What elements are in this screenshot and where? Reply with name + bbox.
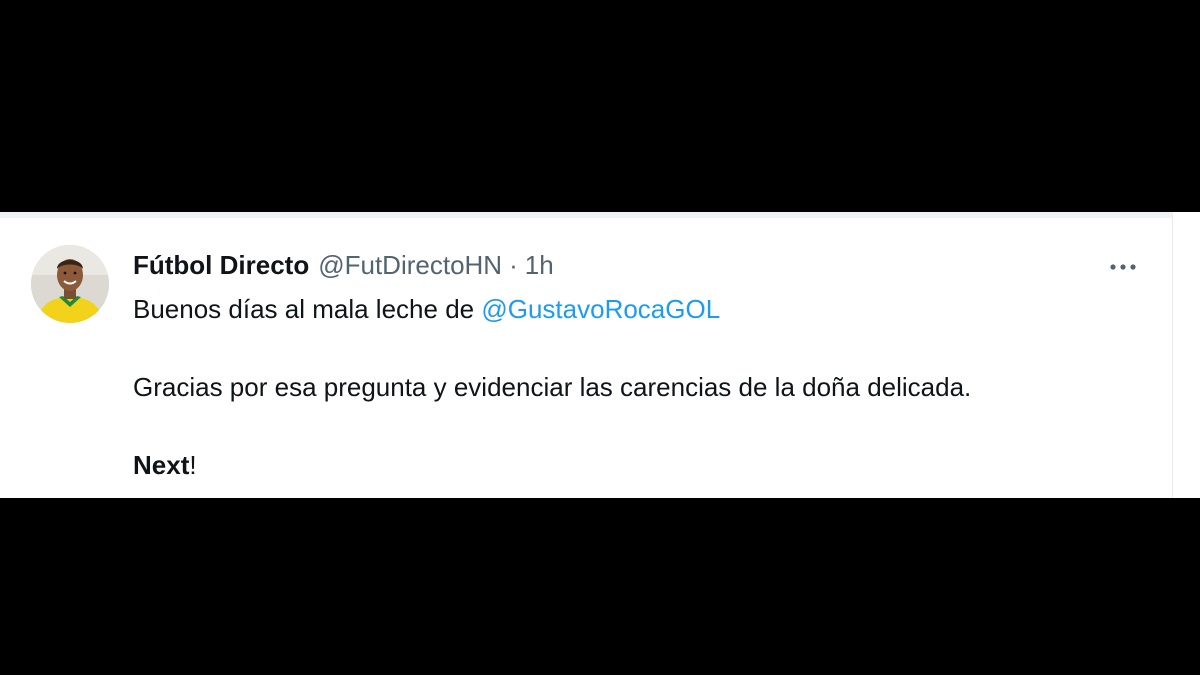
avatar-image [31,245,109,323]
avatar[interactable] [31,245,109,323]
tweet-text: Buenos días al mala leche de @GustavoRoc… [133,292,1153,482]
right-edge-strip [1173,212,1200,498]
tweet-line-1: Buenos días al mala leche de @GustavoRoc… [133,292,1153,326]
mention-link[interactable]: @GustavoRocaGOL [481,294,720,324]
tweet-line-2: Gracias por esa pregunta y evidenciar la… [133,372,972,402]
more-horizontal-icon [1110,264,1136,270]
more-options-button[interactable] [1103,256,1143,278]
tweet-card[interactable]: Fútbol Directo @FutDirectoHN · 1h Buenos… [0,212,1173,498]
author-handle[interactable]: @FutDirectoHN [318,248,502,282]
screenshot-frame: Fútbol Directo @FutDirectoHN · 1h Buenos… [0,0,1200,675]
tweet-line-3-suffix: ! [189,450,197,480]
tweet-line-1-text: Buenos días al mala leche de [133,294,482,324]
tweet-line-3: Next! [133,448,1153,482]
author-display-name[interactable]: Fútbol Directo [133,248,309,282]
tweet-line-3-bold: Next [133,450,190,480]
tweet-header: Fútbol Directo @FutDirectoHN · 1h [133,248,554,282]
tweet-timestamp[interactable]: 1h [525,248,554,282]
header-separator: · [509,250,518,280]
